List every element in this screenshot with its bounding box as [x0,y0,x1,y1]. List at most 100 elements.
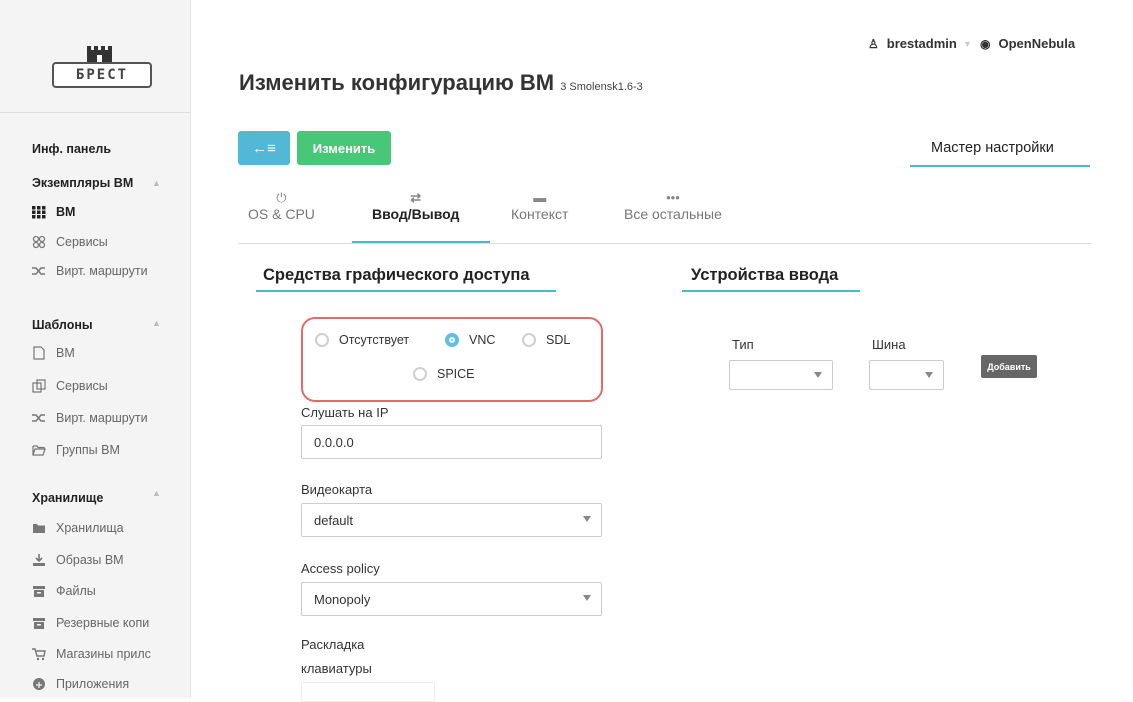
input-bus-select[interactable] [869,360,944,390]
globe-icon: ◉ [980,36,991,51]
logo[interactable]: БРЕСТ [52,62,152,88]
chevron-down-icon [814,372,822,378]
graphics-section-title: Средства графического доступа [263,266,530,284]
radio-label: VNC [469,333,496,347]
input-type-label: Тип [732,337,754,352]
page-subtitle: 3 Smolensk1.6-3 [560,81,643,93]
sidebar-item-label: Вирт. маршрути [56,264,148,278]
tabs-divider [238,243,1091,244]
access-policy-select[interactable]: Monopoly [301,582,602,616]
radio-spice[interactable]: SPICE [413,367,475,381]
castle-logo-icon [87,46,112,62]
video-card-label: Видеокарта [301,482,373,497]
sidebar-item-label: Файлы [56,584,96,598]
sidebar-item-vm-templates[interactable]: ВМ [32,346,75,360]
sidebar-item-vms[interactable]: ВМ [32,205,75,219]
tab-io[interactable]: ⇄ Ввод/Вывод [372,190,459,222]
sidebar-section-instances[interactable]: Экземпляры ВМ [32,176,133,190]
radio-label: SDL [546,333,571,347]
folder-icon [32,521,46,535]
archive-icon [32,616,46,630]
sidebar-item-label: Приложения [56,677,130,691]
power-icon: ⏻ [276,190,287,205]
wizard-tab[interactable]: Мастер настройки [931,140,1054,156]
tab-os-cpu[interactable]: ⏻ OS & CPU [248,190,315,222]
sidebar-item-label: Магазины прилс [56,647,151,661]
chevron-down-icon: ▼ [962,38,972,49]
sidebar: БРЕСТ Инф. панель Экземпляры ВМ ▲ ВМ Сер… [0,0,191,698]
sidebar-item-label: ВМ [56,346,75,360]
listen-ip-label: Слушать на IP [301,405,389,420]
logo-area: БРЕСТ [0,0,190,113]
keymap-input[interactable] [301,682,435,702]
tab-label: Контекст [511,206,569,222]
wizard-tab-underline [910,165,1090,167]
save-button[interactable]: Изменить [297,131,391,165]
zone-name: OpenNebula [998,36,1076,51]
back-button[interactable]: ←≡ [238,131,290,165]
keymap-label-line2: клавиатуры [301,661,372,676]
add-input-device-button[interactable]: Добавить [981,355,1037,378]
sidebar-dashboard[interactable]: Инф. панель [32,142,111,156]
sidebar-item-files[interactable]: Файлы [32,584,96,598]
sidebar-item-services[interactable]: Сервисы [32,235,108,249]
ellipsis-icon: ••• [666,190,680,205]
page-title-text: Изменить конфигурацию ВМ [239,70,555,95]
cart-icon [32,647,46,661]
sidebar-item-label: Группы ВМ [56,443,120,457]
radio-none[interactable]: Отсутствует [315,333,409,347]
grid-icon [32,205,46,219]
sidebar-item-label: Сервисы [56,235,108,249]
input-devices-section-title: Устройства ввода [691,266,839,284]
cloud-icon [32,677,46,691]
folder-icon: ▬ [533,190,547,205]
sidebar-section-templates[interactable]: Шаблоны [32,318,93,332]
radio-spice-dot[interactable] [413,367,427,381]
file-icon [32,346,46,360]
graphics-type-radio-group: Отсутствует VNC SDL SPICE [301,317,603,402]
sidebar-item-marketplaces[interactable]: Магазины прилс [32,647,151,661]
zone-menu[interactable]: ◉ OpenNebula [980,36,1075,51]
video-card-value: default [314,512,354,528]
sidebar-item-vrouters[interactable]: Вирт. маршрути [32,264,148,278]
radio-sdl-dot[interactable] [522,333,536,347]
sidebar-item-vrouter-templates[interactable]: Вирт. маршрути [32,411,148,425]
user-menu[interactable]: ♙ brestadmin ▼ [868,36,972,51]
video-card-select[interactable]: default [301,503,602,537]
sidebar-item-label: Сервисы [56,379,108,393]
sidebar-item-datastores[interactable]: Хранилища [32,521,124,535]
sidebar-item-apps[interactable]: Приложения [32,677,129,691]
tab-label: OS & CPU [248,206,315,222]
access-policy-value: Monopoly [314,591,371,607]
sidebar-item-service-templates[interactable]: Сервисы [32,379,108,393]
sidebar-item-vm-groups[interactable]: Группы ВМ [32,443,120,457]
sidebar-item-images[interactable]: Образы ВМ [32,553,124,567]
sidebar-item-label: Хранилища [56,521,124,535]
listen-ip-input[interactable]: 0.0.0.0 [301,425,602,459]
user-name: brestadmin [886,36,957,51]
sidebar-section-storage[interactable]: Хранилище [32,491,103,505]
chevron-up-icon: ▲ [152,178,161,188]
tab-label: Все остальные [624,206,722,222]
graphics-section-underline [256,290,556,292]
tab-other[interactable]: ••• Все остальные [624,190,722,222]
archive-icon [32,584,46,598]
sidebar-item-backups[interactable]: Резервные копи [32,616,149,630]
download-icon [32,553,46,567]
shuffle-icon [32,264,46,278]
keymap-label-line1: Раскладка [301,637,365,652]
tab-label: Ввод/Вывод [372,206,460,222]
radio-vnc[interactable]: VNC [445,333,495,347]
radio-vnc-dot[interactable] [445,333,459,347]
radio-none-dot[interactable] [315,333,329,347]
input-devices-section-underline [682,290,860,292]
chevron-down-icon [583,516,591,522]
input-bus-label: Шина [872,337,906,352]
page-title: Изменить конфигурацию ВМ 3 Smolensk1.6-3 [239,70,643,96]
chevron-up-icon: ▲ [152,488,161,498]
sidebar-item-label: Вирт. маршрути [56,411,148,425]
radio-sdl[interactable]: SDL [522,333,570,347]
chevron-up-icon: ▲ [152,318,161,328]
input-type-select[interactable] [729,360,833,390]
tab-context[interactable]: ▬ Контекст [511,190,568,222]
